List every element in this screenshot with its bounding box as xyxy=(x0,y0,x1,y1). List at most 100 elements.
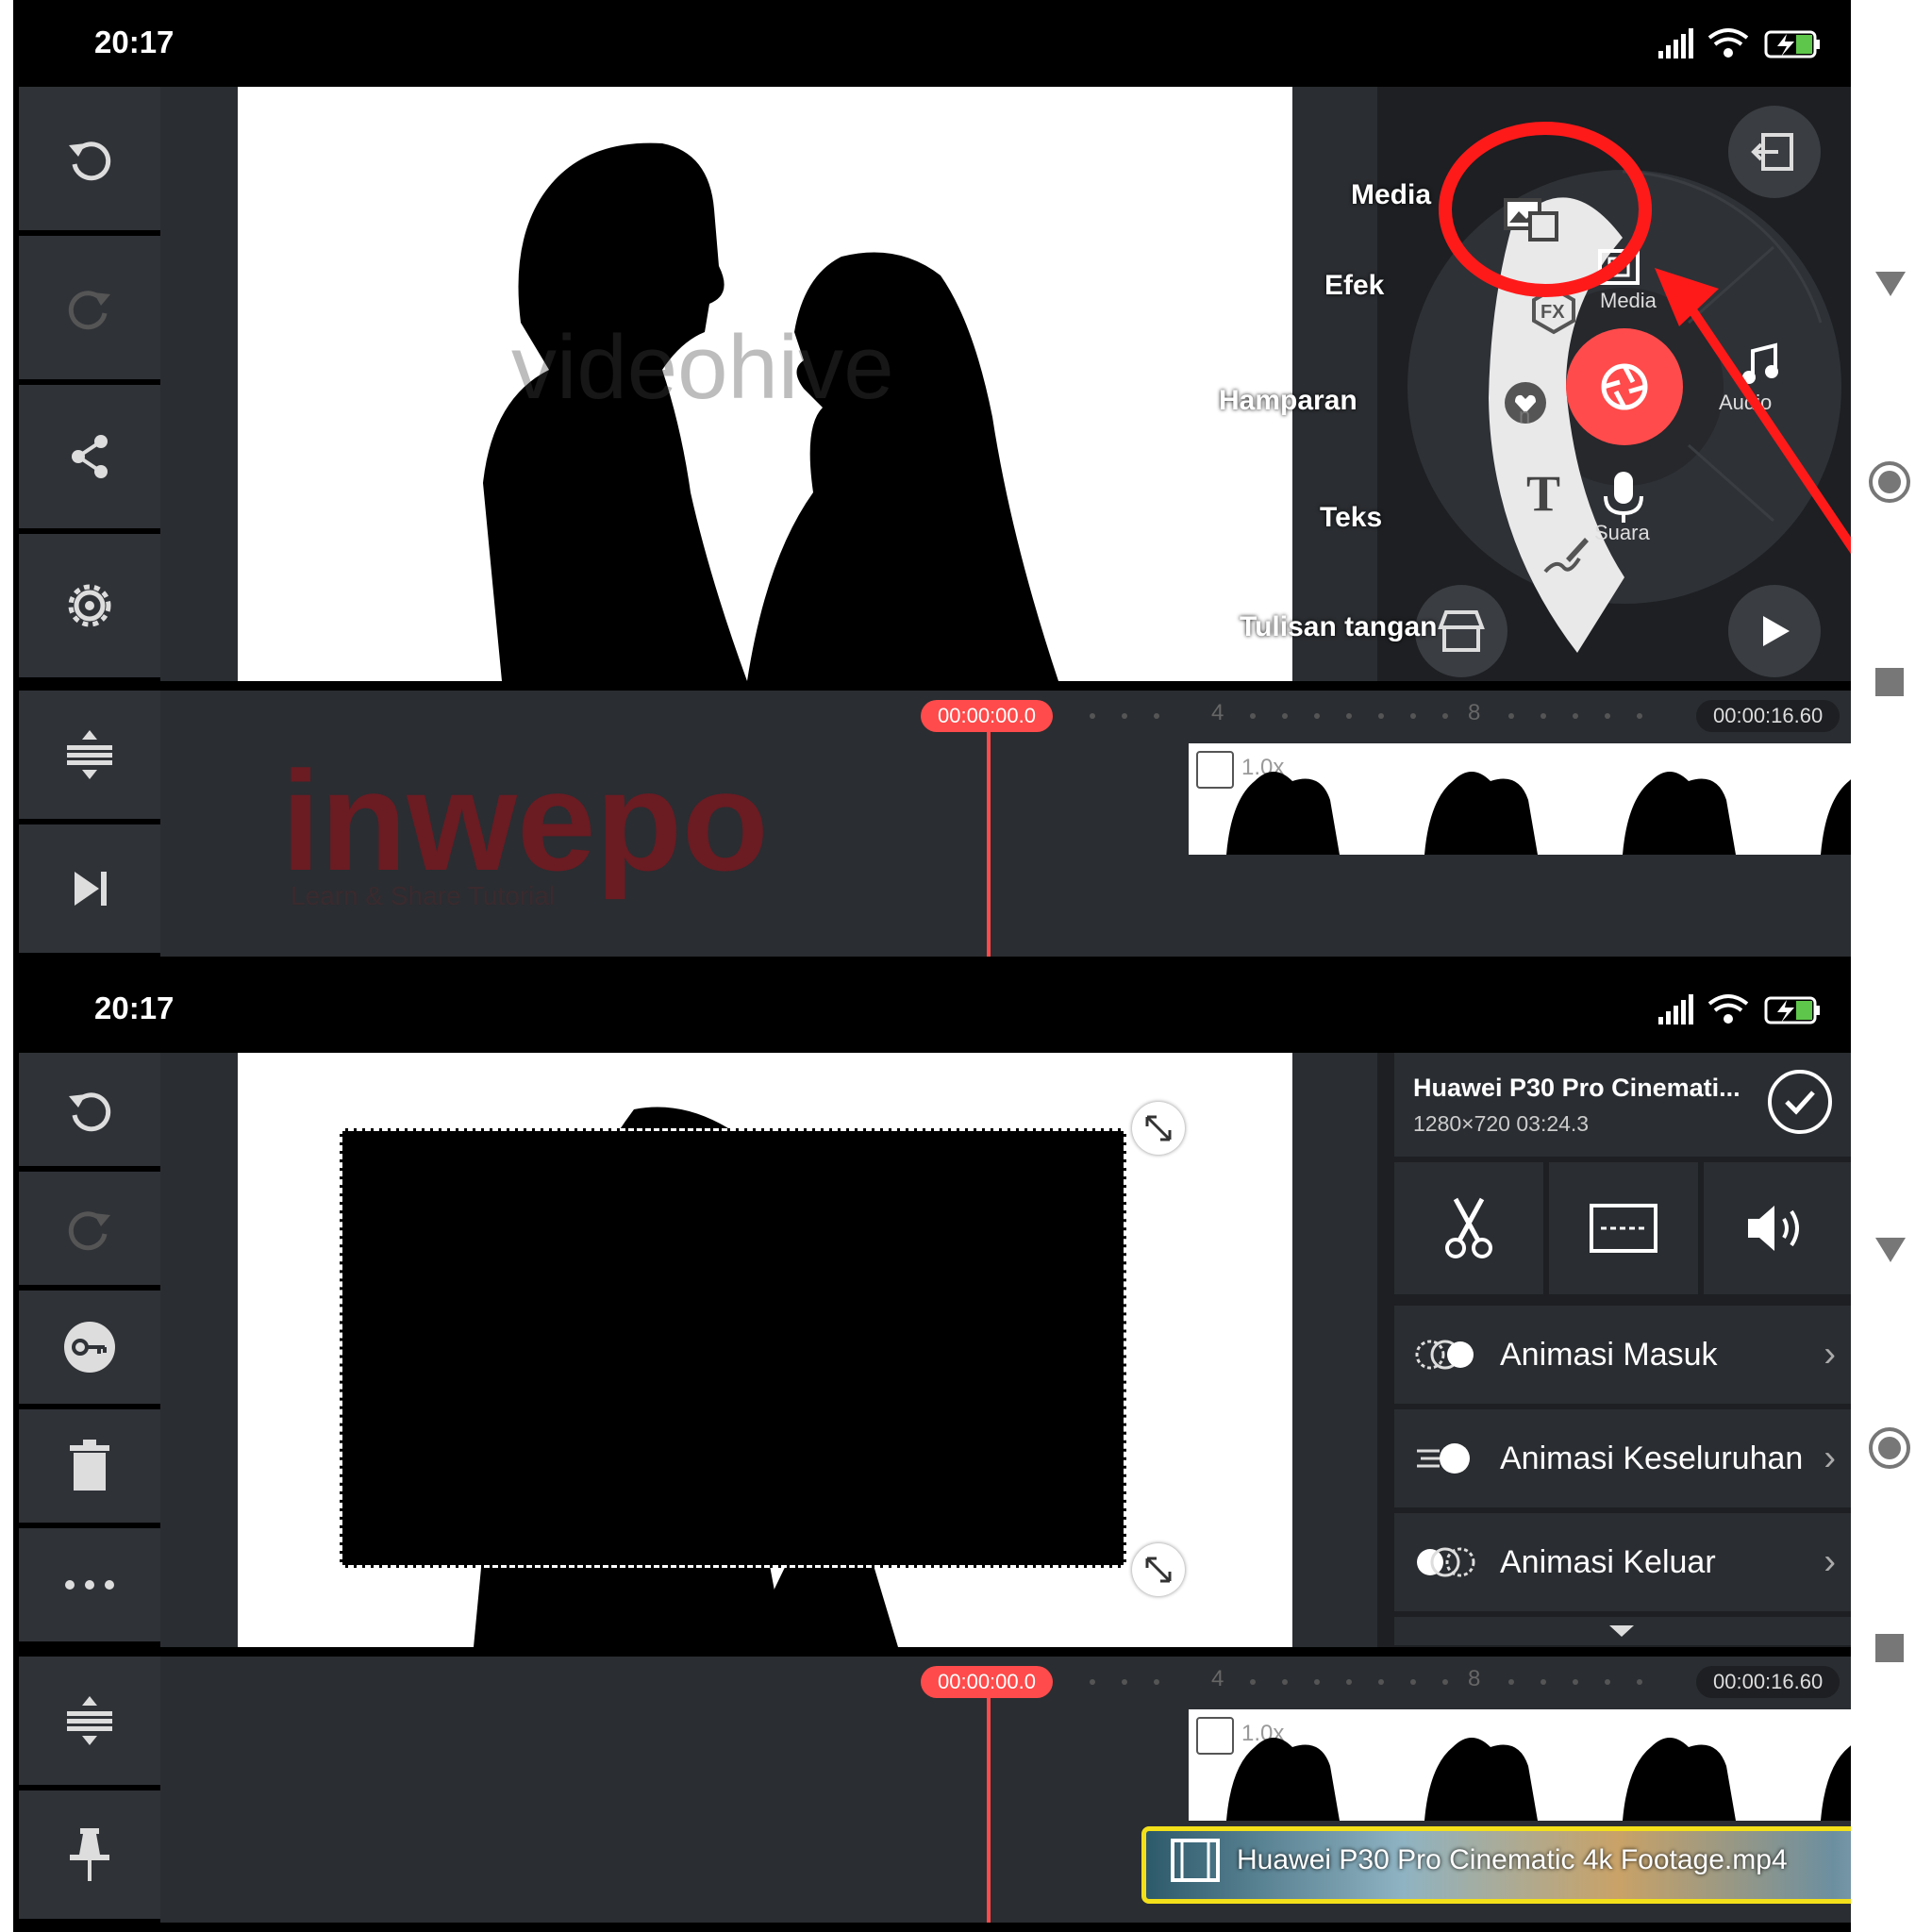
confirm-button[interactable] xyxy=(1768,1070,1832,1134)
resize-handle-bottom[interactable] xyxy=(1132,1543,1185,1596)
wheel-audio-label: Audio xyxy=(1719,391,1773,414)
timeline[interactable]: 00:00:00.0 4 8 00:00:16.60 1.0x xyxy=(160,691,1932,957)
redo-icon xyxy=(68,291,110,330)
status-icons xyxy=(1658,994,1820,1024)
anim-overall-label: Animasi Keseluruhan xyxy=(1500,1440,1804,1476)
back-triangle-icon[interactable] xyxy=(1872,266,1909,304)
anim-in-row[interactable]: Animasi Masuk › xyxy=(1394,1306,1853,1404)
share-button[interactable] xyxy=(19,385,160,528)
anim-overall-icon xyxy=(1417,1443,1470,1474)
couple-silhouette: videohive xyxy=(483,142,1058,681)
gear-icon xyxy=(68,584,111,627)
svg-text:FX: FX xyxy=(1541,302,1565,323)
back-triangle-icon[interactable] xyxy=(1872,1232,1909,1270)
preview-watermark: videohive xyxy=(511,317,894,418)
clip-thumbnails xyxy=(1226,1738,1932,1821)
skip-end-icon xyxy=(75,872,107,906)
recents-square-icon[interactable] xyxy=(1874,1632,1906,1664)
menu-handwriting-label[interactable]: Tulisan tangan xyxy=(1240,611,1437,643)
left-toolbar xyxy=(19,87,160,955)
system-nav-bar xyxy=(1851,0,1932,966)
status-bar: 20:17 xyxy=(13,966,1851,1049)
chevron-right-icon: › xyxy=(1824,1438,1836,1478)
store-icon xyxy=(1438,610,1485,652)
anim-overall-row[interactable]: Animasi Keseluruhan › xyxy=(1394,1409,1853,1507)
home-circle-icon[interactable] xyxy=(1868,1426,1911,1470)
ruler-dots xyxy=(1090,1679,1642,1685)
clip-thumbnails xyxy=(1226,772,1932,855)
film-strip-icon xyxy=(1171,1839,1220,1882)
more-button[interactable] xyxy=(19,1528,160,1641)
video-clip[interactable]: 1.0x xyxy=(1189,1709,1932,1821)
timeline-expand-button[interactable] xyxy=(19,691,160,819)
status-bar: 20:17 xyxy=(13,0,1851,83)
redo-button[interactable] xyxy=(19,1172,160,1285)
pin-button[interactable] xyxy=(19,1790,160,1919)
editor: videohive FX T Media Audio Suara n Media… xyxy=(13,83,1932,966)
chevron-right-icon: › xyxy=(1824,1334,1836,1374)
delete-button[interactable] xyxy=(19,1409,160,1523)
volume-button[interactable] xyxy=(1704,1162,1851,1294)
expand-tracks-icon xyxy=(67,1696,112,1745)
trim-button[interactable] xyxy=(1394,1162,1543,1294)
split-button[interactable] xyxy=(1549,1162,1698,1294)
timeline[interactable]: 00:00:00.0 4 8 00:00:16.60 1.0x xyxy=(160,1657,1932,1923)
undo-icon xyxy=(69,142,111,181)
menu-text-label[interactable]: Teks xyxy=(1320,502,1382,534)
redo-button[interactable] xyxy=(19,236,160,379)
undo-button[interactable] xyxy=(19,87,160,230)
handwriting-icon[interactable] xyxy=(1538,530,1591,583)
playhead-line[interactable] xyxy=(987,723,991,957)
video-clip[interactable]: 1.0x xyxy=(1189,743,1932,855)
left-edge xyxy=(0,966,13,1932)
exit-icon xyxy=(1751,133,1793,171)
clip-header: Huawei P30 Pro Cinemati... 1280×720 03:2… xyxy=(1394,1053,1851,1157)
brand-watermark: inwepo xyxy=(281,741,769,900)
layer-clip-name: Huawei P30 Pro Cinematic 4k Footage.mp4 xyxy=(1237,1844,1788,1875)
exit-button[interactable] xyxy=(1728,106,1821,198)
recents-square-icon[interactable] xyxy=(1874,666,1906,698)
more-dots-icon xyxy=(65,1580,114,1590)
play-icon xyxy=(1763,616,1790,646)
scissors-icon xyxy=(1445,1197,1492,1258)
text-layer-icon[interactable]: T xyxy=(1526,464,1560,523)
undo-icon xyxy=(69,1092,111,1132)
menu-media-label[interactable]: Media xyxy=(1351,179,1431,211)
jump-to-end-button[interactable] xyxy=(19,824,160,953)
editor: Huawei P30 Pro Cinemati... 1280×720 03:2… xyxy=(13,1049,1932,1932)
media-layer-icon[interactable] xyxy=(1502,194,1562,247)
screenshot-top: 20:17 videohive FX T Media Audio Suara n… xyxy=(0,0,1932,966)
crop-frame-icon xyxy=(1590,1204,1657,1253)
keyframe-button[interactable] xyxy=(19,1291,160,1404)
resize-handle-top[interactable] xyxy=(1132,1102,1185,1155)
wheel-voice-label: Suara xyxy=(1594,521,1650,544)
total-time: 00:00:16.60 xyxy=(1696,1666,1840,1698)
wheel-media-label: Media xyxy=(1600,289,1657,312)
menu-effect-label[interactable]: Efek xyxy=(1324,270,1384,302)
audio-icon[interactable] xyxy=(1736,341,1783,389)
effect-icon[interactable]: FX xyxy=(1528,285,1579,336)
menu-overlay-label[interactable]: Hamparan xyxy=(1219,385,1357,417)
key-icon xyxy=(64,1322,115,1373)
anim-out-label: Animasi Keluar xyxy=(1500,1543,1716,1580)
check-icon xyxy=(1785,1091,1815,1115)
record-icon[interactable] xyxy=(1591,354,1657,420)
timeline-expand-button[interactable] xyxy=(19,1657,160,1785)
undo-button[interactable] xyxy=(19,1053,160,1166)
status-time: 20:17 xyxy=(94,25,175,59)
video-preview[interactable]: videohive xyxy=(238,87,1292,681)
anim-out-row[interactable]: Animasi Keluar › xyxy=(1394,1513,1853,1611)
settings-button[interactable] xyxy=(19,534,160,677)
playhead-line[interactable] xyxy=(987,1689,991,1923)
clip-title: Huawei P30 Pro Cinemati... xyxy=(1413,1074,1740,1102)
selected-layer[interactable] xyxy=(340,1128,1126,1568)
video-preview[interactable] xyxy=(238,1053,1292,1647)
anim-out-icon xyxy=(1417,1547,1475,1577)
left-edge xyxy=(0,0,13,966)
home-circle-icon[interactable] xyxy=(1868,460,1911,504)
microphone-icon[interactable] xyxy=(1600,470,1647,525)
media-folder-icon[interactable] xyxy=(1596,245,1643,287)
play-button[interactable] xyxy=(1728,585,1821,677)
layer-clip-selected[interactable]: Huawei P30 Pro Cinematic 4k Footage.mp4 xyxy=(1141,1826,1932,1904)
more-options-row[interactable] xyxy=(1394,1617,1853,1645)
